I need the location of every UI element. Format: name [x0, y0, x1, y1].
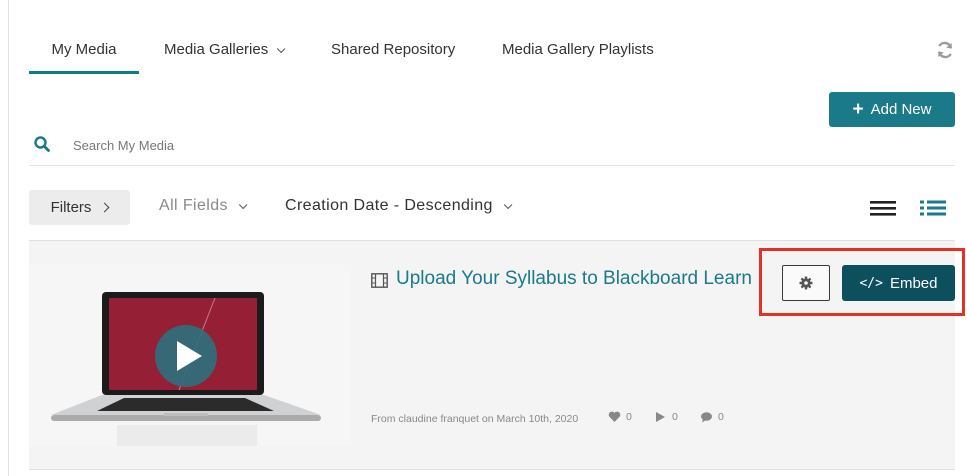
embed-label: Embed — [889, 274, 938, 292]
fields-label: All Fields — [159, 197, 228, 214]
tab-my-media[interactable]: My Media — [29, 30, 139, 74]
gear-icon — [799, 276, 813, 290]
code-icon: </> — [859, 275, 883, 291]
likes-value: 0 — [626, 411, 632, 423]
add-new-button[interactable]: + Add New — [829, 92, 955, 127]
detailed-view-icon[interactable] — [919, 196, 947, 220]
plus-icon: + — [852, 99, 864, 120]
sort-dropdown[interactable]: Creation Date - Descending — [285, 197, 513, 215]
filters-button[interactable]: Filters — [29, 190, 130, 225]
search-bar — [29, 126, 955, 166]
filters-label: Filters — [50, 199, 92, 216]
plays-count: 0 — [654, 411, 678, 423]
tab-label: My Media — [51, 41, 117, 58]
entry-meta: From claudine franquet on March 10th, 20… — [371, 413, 579, 425]
comment-icon — [701, 412, 712, 423]
tab-media-gallery-playlists[interactable]: Media Gallery Playlists — [502, 30, 654, 74]
fields-dropdown[interactable]: All Fields — [159, 197, 248, 215]
comments-count: 0 — [700, 411, 724, 423]
entry-title-row: Upload Your Syllabus to Blackboard Learn — [371, 267, 761, 291]
refresh-icon[interactable] — [935, 40, 955, 60]
chevron-down-icon — [277, 44, 286, 54]
search-input[interactable] — [73, 132, 673, 158]
tab-label: Media Galleries — [164, 41, 269, 58]
media-tabs: My Media Media Galleries Shared Reposito… — [29, 30, 955, 74]
content-left-border — [8, 0, 9, 476]
chevron-down-icon — [238, 200, 248, 210]
chevron-down-icon — [503, 200, 513, 210]
sort-label: Creation Date - Descending — [285, 197, 493, 214]
list-view-icon[interactable] — [869, 196, 897, 220]
tab-media-galleries[interactable]: Media Galleries — [164, 30, 286, 74]
plays-value: 0 — [672, 411, 678, 423]
likes-count: 0 — [608, 411, 632, 423]
video-thumbnail[interactable] — [29, 265, 351, 446]
play-icon — [656, 412, 665, 422]
settings-button[interactable] — [782, 265, 830, 301]
tab-label: Media Gallery Playlists — [502, 41, 654, 58]
search-icon[interactable] — [33, 135, 51, 153]
heart-icon — [608, 411, 621, 422]
film-icon — [371, 273, 388, 288]
chevron-right-icon — [99, 202, 110, 213]
entry-title-link[interactable]: Upload Your Syllabus to Blackboard Learn — [371, 267, 761, 291]
tab-label: Shared Repository — [331, 41, 456, 58]
add-new-label: Add New — [870, 101, 932, 118]
laptop-thumbnail-image — [29, 265, 351, 446]
embed-button[interactable]: </> Embed — [842, 265, 955, 301]
comments-value: 0 — [718, 411, 724, 423]
tab-shared-repository[interactable]: Shared Repository — [331, 30, 455, 74]
